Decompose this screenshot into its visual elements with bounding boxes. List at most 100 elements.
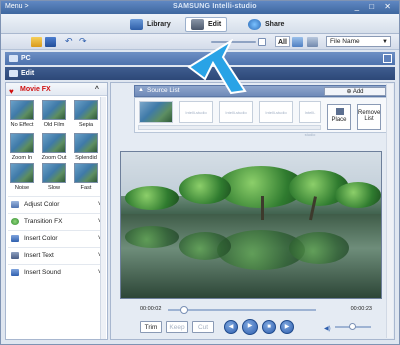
timeline-handle[interactable] [180, 306, 188, 314]
slot-text: Intelli-studio [265, 110, 287, 115]
previous-icon[interactable]: ◀ [224, 320, 238, 334]
place-label: Place [331, 117, 347, 123]
source-slot[interactable]: Intelli-studio [299, 101, 321, 137]
insert-sound-item[interactable]: Insert Sound ˅ [8, 264, 106, 279]
sort-select-value: File Name [330, 38, 360, 45]
undo-icon[interactable]: ↶ [65, 37, 76, 47]
mode-bar: Library Edit Share [1, 14, 399, 34]
title-bar: Menu > SAMSUNG Intelli-studio _ □ ✕ [1, 1, 399, 14]
heart-icon: ♥ [9, 87, 14, 96]
effect-thumb-fast[interactable] [74, 163, 98, 183]
accordion-label: Adjust Color [24, 201, 60, 208]
add-label: Add [352, 89, 364, 95]
effect-label: Old Film [43, 122, 65, 128]
arrow-pointer-icon [187, 39, 247, 95]
effect-label: Fast [80, 185, 92, 191]
play-icon[interactable]: ▶ [242, 319, 258, 335]
effect-label: Sepia [78, 122, 94, 128]
effect-thumb-splendid[interactable] [74, 133, 98, 153]
movie-fx-header[interactable]: ♥ Movie FX ^ [6, 83, 107, 96]
insert-sound-icon [11, 269, 19, 276]
slot-text: Intelli-studio [225, 110, 247, 115]
workspace-scrollbar[interactable] [386, 84, 393, 338]
timeline-track[interactable] [168, 309, 316, 311]
accordion-label: Insert Color [24, 235, 58, 242]
zoom-button[interactable] [258, 38, 266, 46]
film-icon [191, 19, 204, 30]
effect-label: Slow [47, 185, 61, 191]
source-slot[interactable]: Intelli-studio [179, 101, 213, 123]
pc-icon [9, 55, 18, 62]
effect-label: Zoom In [11, 155, 33, 161]
effect-thumb-no-effect[interactable] [10, 100, 34, 120]
insert-color-item[interactable]: Insert Color ˅ [8, 230, 106, 245]
adjust-color-item[interactable]: Adjust Color ˅ [8, 196, 106, 211]
tab-edit[interactable]: Edit [185, 17, 228, 32]
app-window: Menu > SAMSUNG Intelli-studio _ □ ✕ Libr… [0, 0, 400, 345]
source-clip[interactable] [139, 101, 173, 123]
remove-list-button[interactable]: Remove List [357, 104, 381, 130]
transition-icon [11, 218, 19, 225]
effect-label: Zoom Out [41, 155, 67, 161]
folder-icon[interactable] [31, 37, 42, 47]
timeline: 00:00:02 00:00:23 [120, 305, 382, 315]
list-view-icon[interactable] [307, 37, 318, 47]
expand-button[interactable] [383, 54, 392, 63]
add-button[interactable]: ⊕ Add [324, 87, 386, 96]
edit-workspace: ▲ Source List ⊕ Add Intelli-studio Intel… [110, 82, 395, 340]
library-icon [130, 19, 143, 30]
source-scrollbar[interactable] [138, 125, 321, 130]
transition-fx-item[interactable]: Transition FX ˅ [8, 213, 106, 228]
preview-tree [335, 182, 381, 208]
all-button[interactable]: All [275, 36, 290, 47]
effect-thumb-old-film[interactable] [42, 100, 66, 120]
tab-library[interactable]: Library [125, 17, 176, 32]
next-icon[interactable]: ▶ [280, 320, 294, 334]
effect-label: Splendid [75, 155, 97, 161]
redo-icon[interactable]: ↷ [79, 37, 90, 47]
preview-reflection [289, 232, 349, 264]
movie-fx-label: Movie FX [20, 86, 51, 93]
sort-select[interactable]: File Name ▼ [326, 36, 391, 47]
menu-button[interactable]: Menu > [5, 3, 29, 10]
effect-thumb-noise[interactable] [10, 163, 34, 183]
effect-thumb-zoom-out[interactable] [42, 133, 66, 153]
tab-library-label: Library [147, 21, 171, 28]
volume-handle[interactable] [349, 323, 356, 330]
effect-thumb-zoom-in[interactable] [10, 133, 34, 153]
insert-color-icon [11, 235, 19, 242]
save-icon[interactable] [45, 37, 56, 47]
preview-reflection [179, 232, 231, 260]
preview-trunk [261, 196, 264, 220]
adjust-color-icon [11, 201, 19, 208]
edit-icon [9, 70, 18, 77]
trim-button[interactable]: Trim [140, 321, 162, 333]
app-title: SAMSUNG Intelli-studio [173, 3, 257, 10]
player-controls: Trim Keep Cut ◀ ▶ ■ ▶ ◀) [120, 319, 382, 335]
window-controls[interactable]: _ □ ✕ [355, 2, 395, 11]
tab-share[interactable]: Share [243, 17, 289, 32]
effects-scrollbar[interactable] [100, 97, 106, 339]
volume-icon: ◀) [324, 326, 331, 332]
effect-thumb-sepia[interactable] [74, 100, 98, 120]
insert-text-item[interactable]: Insert Text ˅ [8, 247, 106, 262]
accordion-label: Insert Sound [24, 269, 61, 276]
place-button[interactable]: Place [327, 104, 351, 130]
keep-button[interactable]: Keep [166, 321, 188, 333]
source-list-title: Source List [147, 87, 180, 94]
preview-reflection [125, 226, 179, 248]
cut-button[interactable]: Cut [192, 321, 214, 333]
slot-text: Intelli-studio [185, 110, 207, 115]
grid-view-icon[interactable] [292, 37, 303, 47]
pc-label: PC [21, 55, 31, 62]
source-slot[interactable]: Intelli-studio [219, 101, 253, 123]
effect-label: No Effect [10, 122, 34, 128]
video-preview[interactable] [120, 151, 382, 299]
stop-icon[interactable]: ■ [262, 320, 276, 334]
effect-label: Noise [14, 185, 30, 191]
source-list-panel: Intelli-studio Intelli-studio Intelli-st… [134, 97, 389, 137]
effect-thumb-slow[interactable] [42, 163, 66, 183]
chevron-down-icon: ▼ [382, 39, 388, 45]
source-slot[interactable]: Intelli-studio [259, 101, 293, 123]
tab-edit-label: Edit [208, 21, 222, 28]
